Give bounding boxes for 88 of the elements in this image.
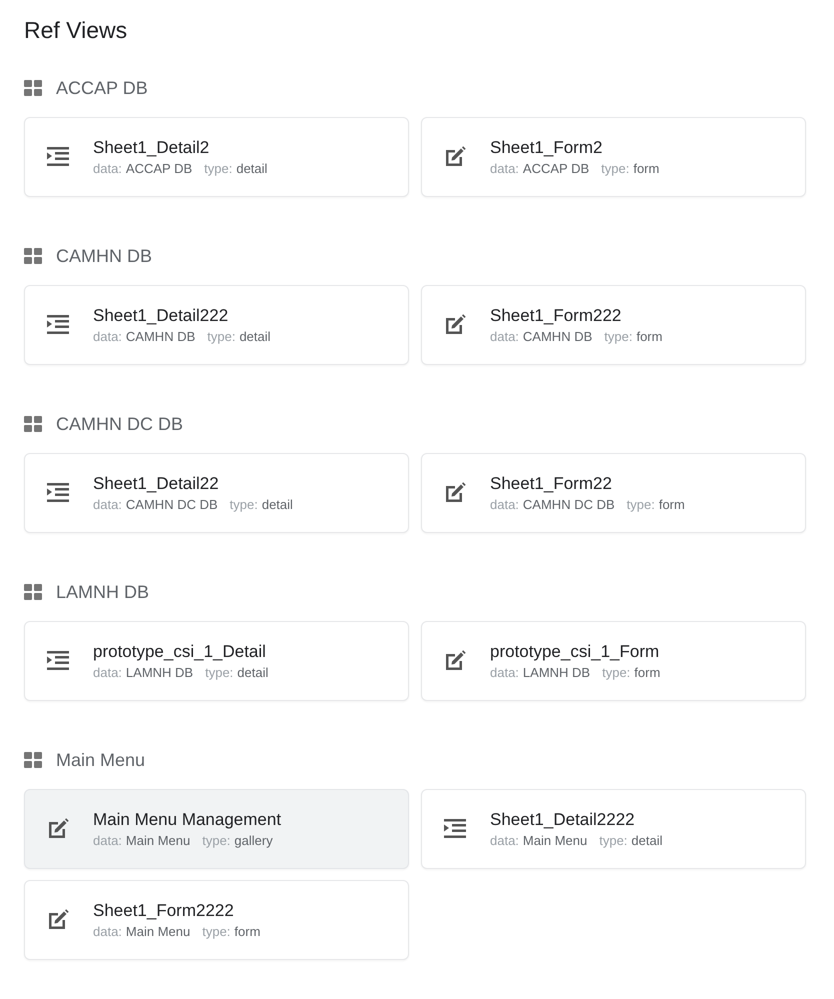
list-indent-icon — [47, 650, 69, 672]
data-source: CAMHN DB — [522, 329, 592, 344]
section-title: CAMHN DB — [56, 246, 152, 266]
view-card[interactable]: Sheet1_Form22 data: CAMHN DC DB type: form — [421, 453, 806, 533]
view-card[interactable]: Sheet1_Detail2222 data: Main Menu type: detail — [421, 789, 806, 869]
data-source: LAMNH DB — [522, 665, 590, 680]
view-type: detail — [236, 161, 268, 176]
section-title: LAMNH DB — [56, 582, 150, 602]
grid-icon — [24, 752, 42, 768]
data-label: data: — [490, 497, 519, 512]
data-source: LAMNH DB — [126, 665, 194, 680]
type-label: type: — [626, 497, 655, 512]
type-label: type: — [204, 161, 232, 176]
view-card[interactable]: prototype_csi_1_Detail data: LAMNH DB type: detail — [24, 621, 409, 701]
view-name: Sheet1_Detail22 — [93, 474, 220, 494]
edit-icon — [444, 650, 466, 672]
view-type: detail — [262, 497, 293, 512]
grid-icon — [24, 80, 42, 96]
type-label: type: — [601, 161, 630, 176]
edit-icon — [444, 314, 466, 336]
type-label: type: — [602, 665, 630, 680]
view-name: Main Menu Management — [93, 810, 282, 830]
view-card[interactable]: Sheet1_Form2222 data: Main Menu type: form — [24, 880, 409, 960]
data-label: data: — [490, 833, 519, 848]
edit-icon — [444, 482, 466, 504]
data-label: data: — [93, 833, 122, 848]
data-source: Main Menu — [126, 833, 190, 848]
view-name: prototype_csi_1_Form — [490, 642, 660, 662]
data-source: Main Menu — [522, 833, 588, 848]
list-indent-icon — [47, 482, 69, 504]
view-card[interactable]: Sheet1_Form2 data: ACCAP DB type: form — [421, 117, 806, 197]
view-type: form — [234, 924, 260, 939]
data-source: CAMHN DC DB — [126, 497, 218, 512]
edit-icon — [47, 909, 69, 931]
view-card[interactable]: prototype_csi_1_Form data: LAMNH DB type: form — [421, 621, 806, 701]
view-name: prototype_csi_1_Detail — [93, 642, 267, 662]
data-source: CAMHN DB — [126, 329, 196, 344]
type-label: type: — [202, 924, 230, 939]
view-card[interactable]: Sheet1_Detail2 data: ACCAP DB type: detail — [24, 117, 409, 197]
data-label: data: — [490, 161, 519, 176]
view-name: Sheet1_Form22 — [490, 474, 613, 494]
type-label: type: — [207, 329, 236, 344]
data-source: ACCAP DB — [126, 161, 192, 176]
type-label: type: — [599, 833, 628, 848]
view-type: form — [634, 665, 660, 680]
list-indent-icon — [444, 818, 466, 840]
view-name: Sheet1_Form2222 — [93, 901, 235, 921]
data-label: data: — [93, 665, 122, 680]
view-name: Sheet1_Detail2 — [93, 138, 210, 158]
view-name: Sheet1_Detail2222 — [490, 810, 636, 830]
view-card[interactable]: Sheet1_Detail22 data: CAMHN DC DB type: detail — [24, 453, 409, 533]
section-title: ACCAP DB — [56, 78, 148, 98]
view-name: Sheet1_Detail222 — [93, 306, 230, 326]
data-label: data: — [490, 329, 519, 344]
view-type: detail — [631, 833, 662, 848]
grid-icon — [24, 416, 42, 432]
data-source: Main Menu — [126, 924, 190, 939]
data-label: data: — [93, 161, 122, 176]
section-title: Main Menu — [56, 750, 146, 770]
grid-icon — [24, 584, 42, 600]
data-source: CAMHN DC DB — [522, 497, 615, 512]
view-type: gallery — [234, 833, 273, 848]
edit-icon — [444, 146, 466, 168]
view-name: Sheet1_Form2 — [490, 138, 604, 158]
view-type: detail — [237, 665, 268, 680]
data-label: data: — [93, 924, 122, 939]
list-indent-icon — [47, 314, 69, 336]
grid-icon — [24, 248, 42, 264]
view-type: form — [636, 329, 662, 344]
view-card[interactable]: Sheet1_Detail222 data: CAMHN DB type: detail — [24, 285, 409, 365]
data-source: ACCAP DB — [522, 161, 590, 176]
type-label: type: — [205, 665, 234, 680]
type-label: type: — [604, 329, 632, 344]
section-title: CAMHN DC DB — [56, 414, 184, 434]
view-type: form — [633, 161, 660, 176]
list-indent-icon — [47, 146, 69, 168]
edit-icon — [47, 818, 69, 840]
view-type: form — [658, 497, 685, 512]
data-label: data: — [93, 329, 122, 344]
view-card[interactable]: Main Menu Management data: Main Menu type: gallery — [24, 789, 409, 869]
view-name: Sheet1_Form222 — [490, 306, 622, 326]
type-label: type: — [202, 833, 230, 848]
data-label: data: — [93, 497, 122, 512]
view-card[interactable]: Sheet1_Form222 data: CAMHN DB type: form — [421, 285, 806, 365]
data-label: data: — [490, 665, 519, 680]
page-title: Ref Views — [24, 16, 128, 45]
type-label: type: — [230, 497, 258, 512]
view-type: detail — [239, 329, 271, 344]
